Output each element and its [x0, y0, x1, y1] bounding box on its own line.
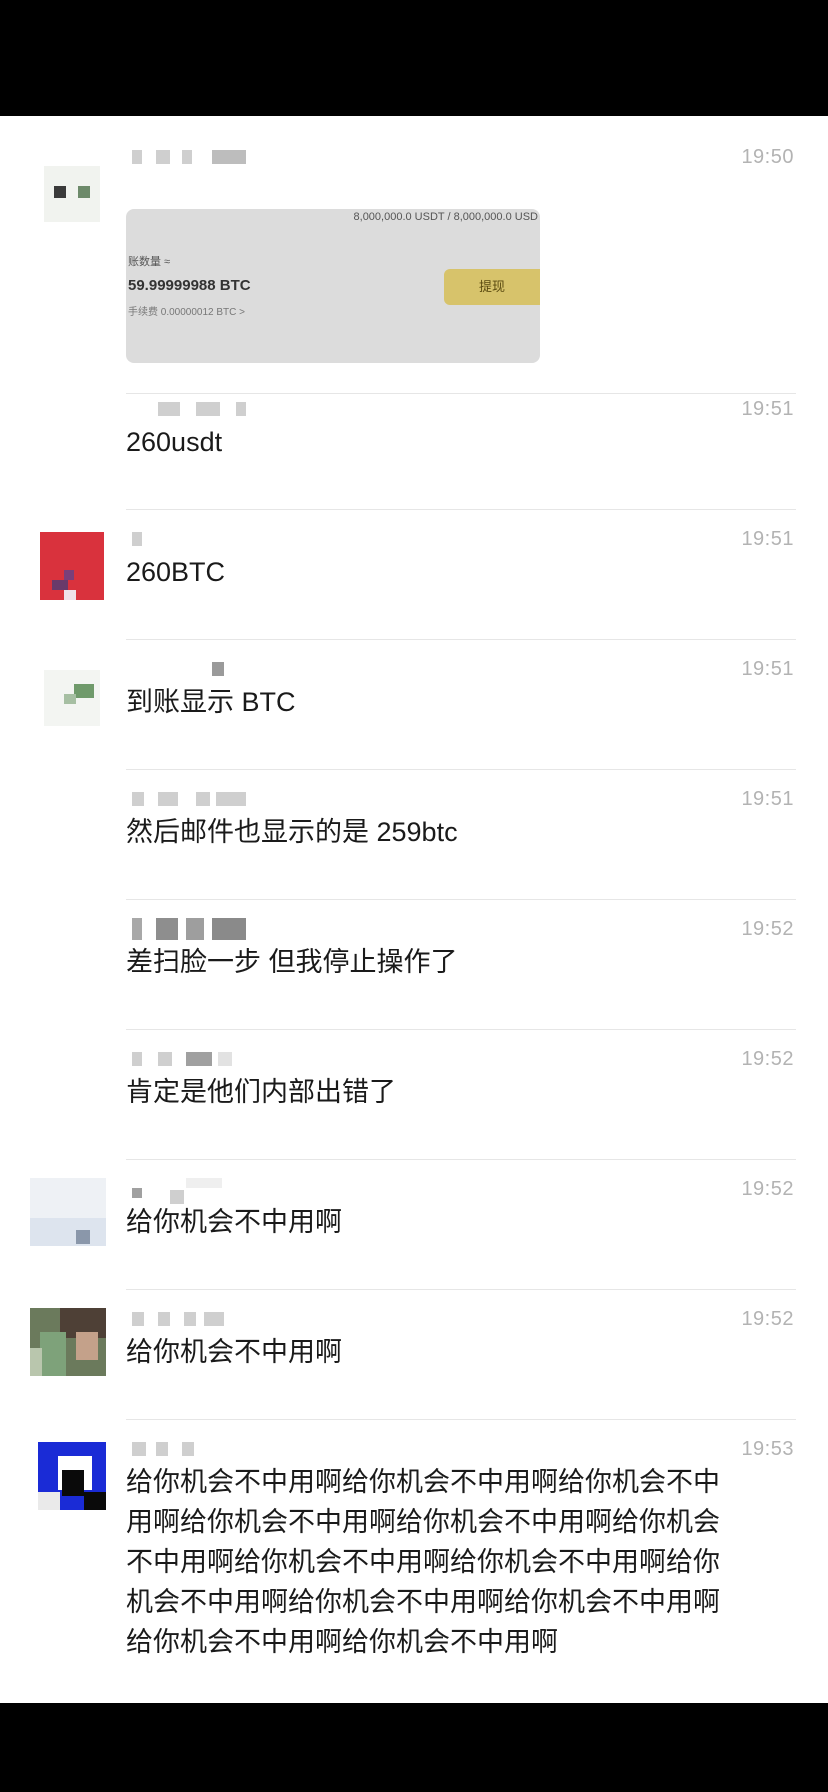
message-text-line: 用啊给你机会不中用啊给你机会不中用啊给你机会 [126, 1507, 720, 1537]
avatar[interactable] [38, 1048, 106, 1116]
message-text: 到账显示 BTC [126, 687, 296, 717]
message-text-line: 机会不中用啊给你机会不中用啊给你机会不中用啊 [126, 1587, 720, 1617]
message-time: 19:53 [741, 1438, 794, 1460]
message-text: 给你机会不中用啊 [126, 1337, 342, 1367]
image-attachment[interactable]: 8,000,000.0 USDT / 8,000,000.0 USD 账数量 ≈… [126, 209, 540, 363]
divider [126, 639, 796, 640]
message-text-line: 不中用啊给你机会不中用啊给你机会不中用啊给你 [126, 1547, 720, 1577]
avatar[interactable] [38, 406, 106, 474]
message-text-line: 给你机会不中用啊给你机会不中用啊给你机会不中 [126, 1467, 720, 1497]
message-time: 19:51 [741, 528, 794, 550]
message-text-line: 给你机会不中用啊给你机会不中用啊 [126, 1627, 558, 1657]
message-text: 260BTC [126, 557, 226, 587]
message-text: 260usdt [126, 427, 223, 457]
sender-name [126, 528, 256, 546]
sender-name [126, 1438, 256, 1456]
withdraw-button: 提现 [444, 269, 540, 305]
avatar[interactable] [30, 1178, 106, 1246]
message-time: 19:52 [741, 1308, 794, 1330]
divider [126, 899, 796, 900]
message-text: 然后邮件也显示的是 259btc [126, 817, 458, 847]
avatar[interactable] [38, 918, 106, 986]
top-black-bar [0, 0, 828, 116]
divider [126, 393, 796, 394]
sender-name [126, 658, 256, 676]
divider [126, 1289, 796, 1290]
avatar[interactable] [38, 160, 106, 228]
avatar[interactable] [38, 1442, 106, 1510]
message-text: 给你机会不中用啊 [126, 1207, 342, 1237]
message-text: 差扫脸一步 但我停止操作了 [126, 947, 458, 977]
message-time: 19:52 [741, 1048, 794, 1070]
message-time: 19:50 [741, 146, 794, 168]
sender-name [126, 1178, 256, 1204]
sender-name [126, 1308, 256, 1326]
divider [126, 509, 796, 510]
chat-message-list[interactable]: 19:50 8,000,000.0 USDT / 8,000,000.0 USD… [0, 116, 828, 1703]
message-time: 19:51 [741, 788, 794, 810]
sender-name [126, 1048, 256, 1066]
bottom-black-bar [0, 1703, 828, 1792]
message-time: 19:52 [741, 1178, 794, 1200]
avatar[interactable] [38, 532, 106, 600]
avatar[interactable] [38, 788, 106, 856]
sender-name [126, 918, 256, 940]
divider [126, 1419, 796, 1420]
divider [126, 1159, 796, 1160]
sender-name [126, 788, 256, 806]
avatar[interactable] [30, 1308, 106, 1376]
sender-name [126, 146, 256, 164]
message-text: 肯定是他们内部出错了 [126, 1077, 396, 1107]
divider [126, 1029, 796, 1030]
avatar[interactable] [38, 664, 106, 732]
sender-name [126, 398, 256, 416]
divider [126, 769, 796, 770]
message-time: 19:52 [741, 918, 794, 940]
message-text: 给你机会不中用啊给你机会不中用啊给你机会不中 用啊给你机会不中用啊给你机会不中用… [126, 1462, 720, 1662]
message-time: 19:51 [741, 398, 794, 420]
message-time: 19:51 [741, 658, 794, 680]
